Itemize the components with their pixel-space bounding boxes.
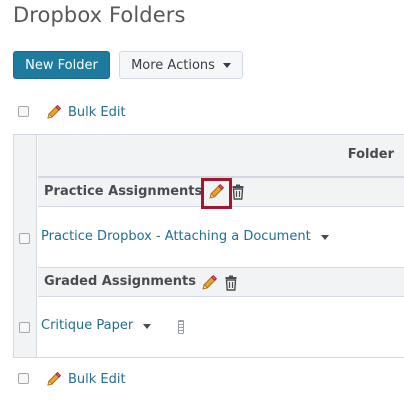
new-folder-button-label: New Folder — [25, 57, 98, 73]
new-folder-button[interactable]: New Folder — [13, 51, 110, 79]
pencil-icon — [47, 371, 62, 386]
trash-icon[interactable] — [225, 275, 237, 295]
row-checkbox[interactable] — [19, 322, 30, 333]
bulk-edit-label-bottom: Bulk Edit — [68, 372, 126, 387]
pencil-icon — [47, 104, 62, 119]
table-header: Folder — [38, 135, 404, 177]
chevron-down-icon[interactable] — [320, 234, 329, 240]
folder-link[interactable]: Critique Paper — [41, 318, 133, 333]
page-title: Dropbox Folders — [13, 3, 186, 27]
select-all-checkbox-top[interactable] — [18, 106, 29, 117]
bulk-edit-link-top[interactable]: Bulk Edit — [45, 104, 126, 121]
select-all-checkbox-bottom[interactable] — [18, 373, 29, 384]
more-actions-button-label: More Actions — [131, 57, 215, 73]
pencil-icon[interactable] — [200, 274, 218, 296]
category-row-graded: Graded Assignments — [38, 267, 404, 297]
chevron-down-icon[interactable] — [143, 323, 152, 329]
chevron-down-icon — [222, 63, 231, 68]
drag-handle-icon[interactable] — [178, 320, 184, 334]
category-name: Practice Assignments — [44, 184, 203, 199]
list-item[interactable]: Critique Paper — [41, 318, 152, 333]
bulk-edit-label-top: Bulk Edit — [68, 105, 126, 120]
row-checkbox[interactable] — [19, 233, 30, 244]
highlight-box — [201, 178, 232, 209]
more-actions-button[interactable]: More Actions — [119, 51, 243, 79]
folder-link[interactable]: Practice Dropbox - Attaching a Document — [41, 229, 311, 244]
column-header-folder: Folder — [347, 147, 394, 162]
category-name: Graded Assignments — [44, 274, 196, 289]
list-item[interactable]: Practice Dropbox - Attaching a Document — [41, 229, 329, 244]
trash-icon[interactable] — [232, 184, 244, 204]
bulk-edit-link-bottom[interactable]: Bulk Edit — [45, 371, 126, 388]
